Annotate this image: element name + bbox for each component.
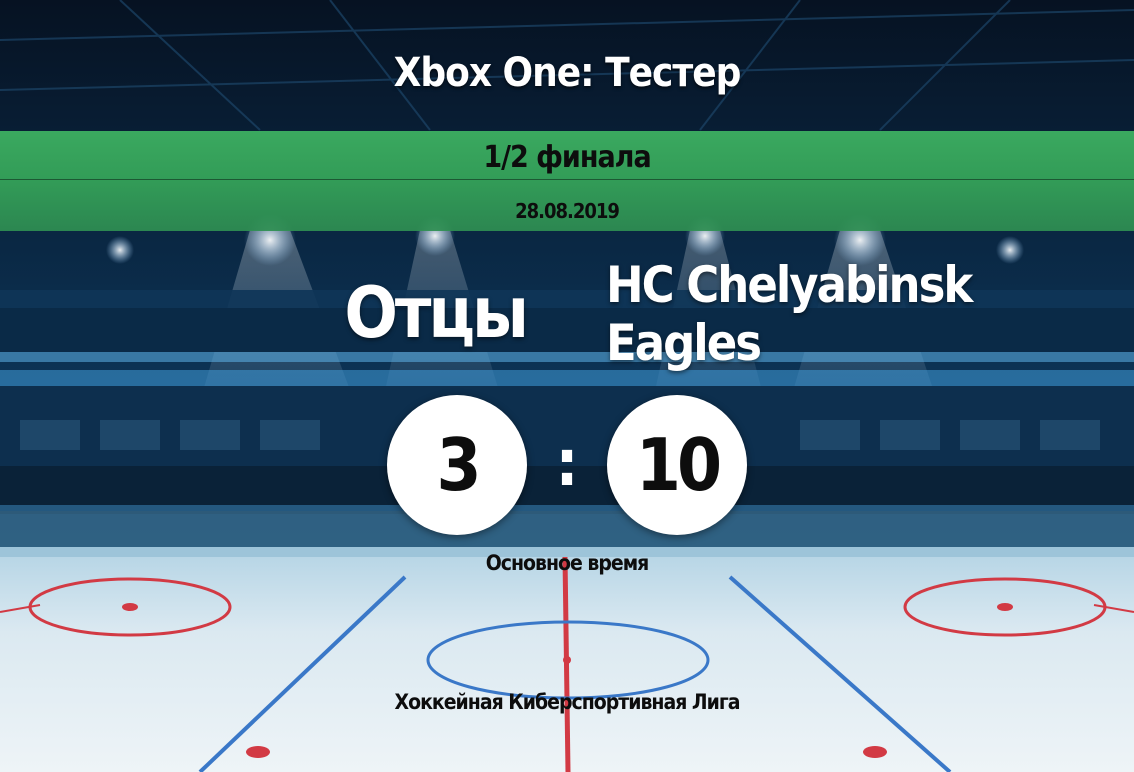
away-team-name-line2: Eagles xyxy=(606,314,762,372)
away-team-name: HC Chelyabinsk Eagles xyxy=(606,256,1126,372)
home-team-name: Отцы xyxy=(344,272,529,354)
league-name: Хоккейная Киберспортивная Лига xyxy=(394,690,741,714)
arena-background xyxy=(0,0,1134,772)
tournament-title: Xbox One: Тестер xyxy=(393,50,742,96)
away-team-name-line1: HC Chelyabinsk xyxy=(606,256,973,314)
band-divider xyxy=(0,179,1134,180)
period-label: Основное время xyxy=(485,551,650,575)
match-date: 28.08.2019 xyxy=(515,199,620,223)
home-score: 3 xyxy=(387,395,527,535)
stage-label: 1/2 финала xyxy=(483,140,651,175)
score-separator: : xyxy=(555,427,579,501)
away-score: 10 xyxy=(607,395,747,535)
